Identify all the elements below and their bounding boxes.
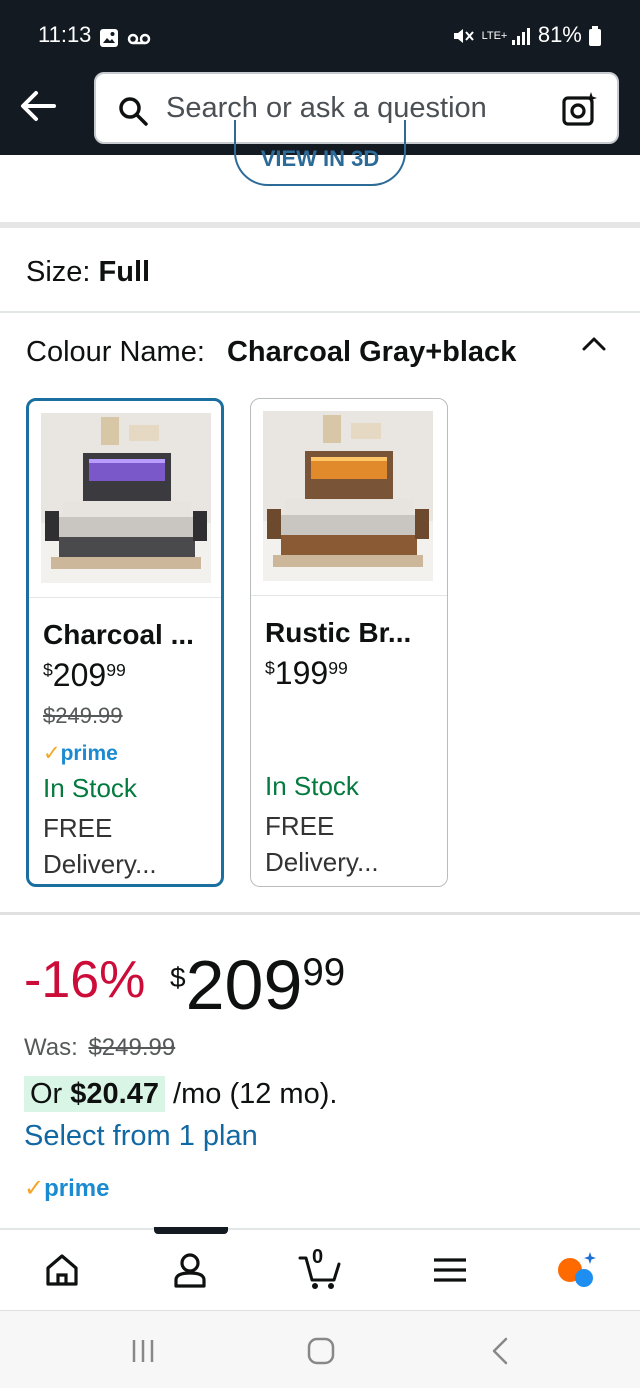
divider — [29, 597, 221, 598]
back-arrow-icon[interactable] — [18, 86, 58, 126]
bottom-nav-divider — [0, 1228, 640, 1230]
product-image — [41, 413, 211, 583]
status-time: 11:13 — [38, 22, 92, 47]
active-tab-indicator — [154, 1227, 228, 1234]
divider — [0, 222, 640, 228]
discount-percent: -16% — [24, 951, 146, 1009]
signal-icon — [511, 28, 530, 46]
network-label: LTE+ — [481, 29, 508, 42]
select-plan-link[interactable]: Select from 1 plan — [24, 1120, 258, 1153]
voicemail-icon — [127, 33, 151, 45]
variant-card-rustic[interactable]: Rustic Br... $19999 In Stock FREE Delive… — [250, 398, 448, 887]
mute-icon — [454, 29, 475, 44]
variant-was-price: $249.99 — [43, 703, 123, 728]
recent-apps-icon[interactable] — [128, 1336, 158, 1366]
size-selector[interactable]: Size: Full — [26, 256, 150, 289]
prime-check-icon: ✓ — [43, 742, 61, 765]
stock-status: In Stock — [265, 771, 359, 801]
size-value: Full — [98, 256, 151, 288]
prime-check-icon: ✓ — [24, 1175, 45, 1202]
divider — [0, 311, 640, 313]
variant-name: Charcoal ... — [43, 619, 194, 650]
was-price-row: Was: $249.99 — [24, 1034, 175, 1062]
status-bar: 11:13 LTE+ 81% — [0, 18, 640, 54]
notification-icons — [98, 24, 152, 50]
prime-badge: ✓prime — [43, 742, 118, 765]
monthly-suffix: /mo (12 mo). — [173, 1078, 338, 1110]
prime-badge: ✓prime — [24, 1175, 110, 1202]
was-label: Was: — [24, 1034, 78, 1061]
back-system-icon[interactable] — [486, 1336, 516, 1366]
variant-price: $20999 — [43, 657, 126, 693]
status-right: LTE+ 81% — [451, 22, 602, 48]
colour-selector: Colour Name: Charcoal Gray+black — [26, 336, 516, 369]
view-in-3d-button[interactable]: VIEW IN 3D — [234, 120, 406, 186]
cart-count: 0 — [312, 1246, 324, 1268]
menu-icon[interactable] — [428, 1248, 472, 1292]
variant-price: $19999 — [265, 655, 348, 691]
home-system-icon[interactable] — [306, 1336, 336, 1366]
battery-percent: 81% — [537, 22, 582, 47]
monthly-highlight: Or $20.47 — [24, 1076, 165, 1112]
was-value: $249.99 — [88, 1034, 176, 1061]
home-icon[interactable] — [40, 1248, 84, 1292]
monthly-payment-row: Or $20.47 /mo (12 mo). — [24, 1076, 338, 1112]
free-label: FREE — [43, 813, 113, 843]
variant-card-charcoal[interactable]: Charcoal ... $20999 $249.99 ✓prime In St… — [26, 398, 224, 887]
size-label: Size: — [26, 256, 91, 288]
free-label: FREE — [265, 811, 335, 841]
current-price: $20999 — [170, 946, 346, 1024]
variant-name: Rustic Br... — [265, 617, 412, 648]
colour-label: Colour Name: — [26, 336, 205, 368]
rufus-assistant-icon[interactable] — [554, 1248, 598, 1292]
account-icon[interactable] — [168, 1248, 212, 1292]
gallery-icon — [100, 29, 118, 48]
chevron-up-icon[interactable] — [580, 330, 608, 358]
battery-icon — [589, 26, 601, 47]
delivery-label: Delivery... — [265, 847, 379, 877]
divider — [0, 912, 640, 915]
stock-status: In Stock — [43, 773, 137, 803]
delivery-label: Delivery... — [43, 849, 157, 879]
view-in-3d-label: VIEW IN 3D — [260, 146, 380, 171]
search-icon — [119, 97, 148, 126]
divider — [251, 595, 447, 596]
product-image — [263, 411, 433, 581]
camera-search-icon[interactable] — [561, 90, 599, 128]
colour-value: Charcoal Gray+black — [226, 336, 517, 368]
